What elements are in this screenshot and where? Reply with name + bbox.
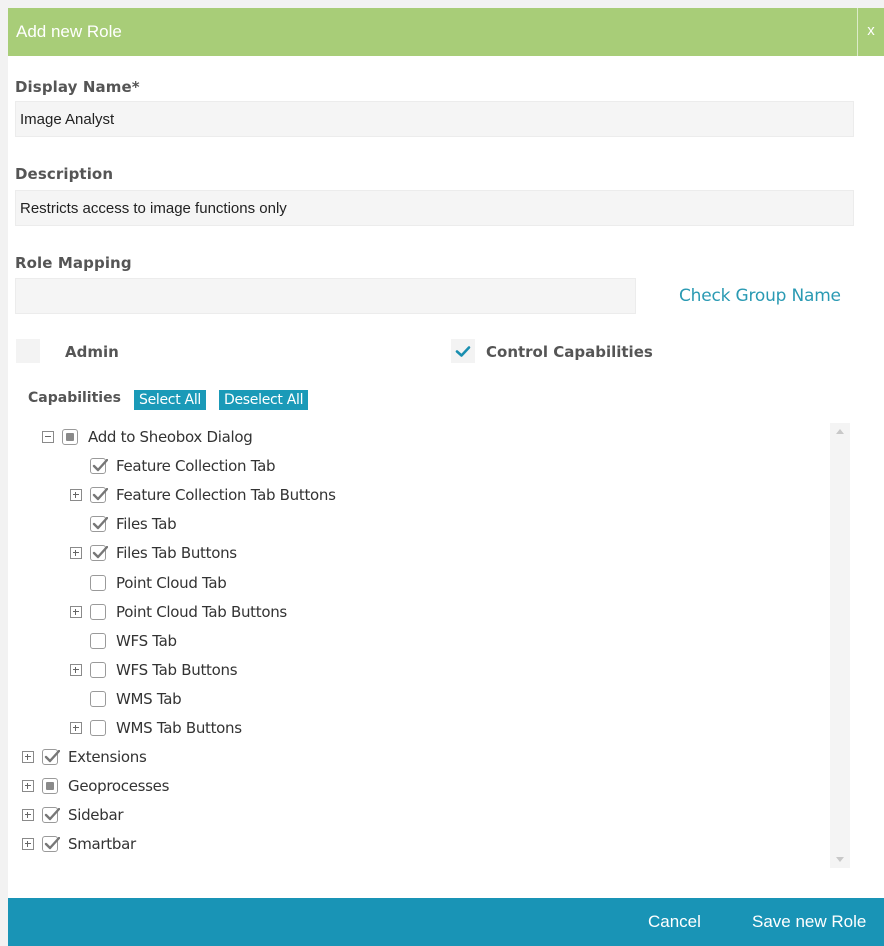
save-new-role-button[interactable]: Save new Role bbox=[752, 912, 866, 932]
tree-item-label: Feature Collection Tab bbox=[116, 457, 276, 476]
tree-row: Add to Sheobox Dialog bbox=[8, 424, 828, 453]
tree-row: Files Tab bbox=[8, 511, 828, 540]
checkmark-icon bbox=[92, 459, 108, 472]
checkmark-icon bbox=[455, 346, 471, 357]
tree-checkbox[interactable] bbox=[62, 429, 78, 445]
tree-checkbox[interactable] bbox=[42, 836, 60, 853]
tree-checkbox[interactable] bbox=[90, 516, 108, 533]
display-name-input[interactable] bbox=[15, 101, 854, 137]
tree-checkbox[interactable] bbox=[90, 720, 106, 736]
expand-icon[interactable] bbox=[70, 547, 82, 560]
dialog-header: Add new Role x bbox=[8, 8, 884, 56]
tree-row: WMS Tab Buttons bbox=[8, 715, 828, 744]
tree-item-label: Point Cloud Tab bbox=[116, 573, 227, 592]
tree-item-label: Extensions bbox=[68, 748, 147, 767]
tree-row: Files Tab Buttons bbox=[8, 540, 828, 569]
tree-row: Sidebar bbox=[8, 802, 828, 831]
checkmark-icon bbox=[44, 808, 60, 821]
collapse-icon[interactable] bbox=[42, 431, 54, 443]
cancel-button[interactable]: Cancel bbox=[648, 912, 701, 932]
scroll-down-icon[interactable] bbox=[836, 857, 844, 862]
checkmark-icon bbox=[44, 750, 60, 763]
expand-icon[interactable] bbox=[70, 489, 82, 502]
select-all-button[interactable]: Select All bbox=[134, 390, 206, 410]
tree-checkbox[interactable] bbox=[90, 661, 106, 678]
expand-icon[interactable] bbox=[70, 663, 82, 676]
close-button[interactable]: x bbox=[857, 8, 884, 56]
tree-row: WFS Tab Buttons bbox=[8, 657, 828, 686]
tree-item-label: WFS Tab Buttons bbox=[116, 660, 238, 679]
display-name-label: Display Name* bbox=[15, 78, 140, 96]
tree-item-label: Point Cloud Tab Buttons bbox=[116, 602, 287, 621]
capabilities-tree: Add to Sheobox Dialog Feature Collection … bbox=[8, 423, 838, 868]
tree-item-label: Smartbar bbox=[68, 835, 136, 854]
deselect-all-button[interactable]: Deselect All bbox=[219, 390, 309, 410]
tree-item-label: WFS Tab bbox=[116, 631, 177, 650]
dialog-title: Add new Role bbox=[16, 22, 122, 41]
scroll-up-icon[interactable] bbox=[836, 429, 844, 434]
tree-scrollbar[interactable] bbox=[830, 423, 850, 868]
tree-item-label: Feature Collection Tab Buttons bbox=[116, 486, 336, 505]
tree-checkbox[interactable] bbox=[42, 749, 60, 766]
tree-item-label: Files Tab Buttons bbox=[116, 544, 237, 563]
tree-checkbox[interactable] bbox=[90, 458, 108, 475]
checkmark-icon bbox=[92, 488, 108, 501]
role-mapping-label: Role Mapping bbox=[15, 254, 132, 272]
expand-icon[interactable] bbox=[70, 605, 82, 618]
tree-row: Point Cloud Tab Buttons bbox=[8, 599, 828, 628]
tree-checkbox[interactable] bbox=[90, 487, 108, 504]
tree-row: Smartbar bbox=[8, 831, 828, 860]
control-capabilities-label: Control Capabilities bbox=[486, 343, 653, 361]
tree-item-label: WMS Tab Buttons bbox=[116, 719, 242, 737]
admin-checkbox[interactable] bbox=[16, 339, 40, 363]
capabilities-label: Capabilities bbox=[28, 390, 121, 406]
expand-icon[interactable] bbox=[22, 809, 34, 822]
control-capabilities-checkbox[interactable] bbox=[451, 339, 475, 363]
checkmark-icon bbox=[44, 837, 60, 850]
tree-item-label: Geoprocesses bbox=[68, 777, 170, 796]
tree-item-label: Files Tab bbox=[116, 515, 177, 534]
tree-row: Feature Collection Tab bbox=[8, 453, 828, 482]
tree-item-label: WMS Tab bbox=[116, 689, 182, 708]
tree-row: Extensions bbox=[8, 744, 828, 773]
tree-checkbox[interactable] bbox=[42, 778, 58, 795]
admin-label: Admin bbox=[65, 343, 119, 361]
expand-icon[interactable] bbox=[70, 722, 82, 734]
tree-checkbox[interactable] bbox=[42, 807, 60, 824]
tree-item-label: Add to Sheobox Dialog bbox=[88, 428, 253, 446]
description-input[interactable] bbox=[15, 190, 854, 226]
expand-icon[interactable] bbox=[22, 751, 34, 764]
tree-row: Geoprocesses bbox=[8, 773, 828, 802]
tree-row: Feature Collection Tab Buttons bbox=[8, 482, 828, 511]
expand-icon[interactable] bbox=[22, 838, 34, 851]
tree-item-label: Sidebar bbox=[68, 806, 124, 825]
tree-row: WMS Tab bbox=[8, 686, 828, 715]
description-label: Description bbox=[15, 165, 114, 183]
tree-checkbox[interactable] bbox=[90, 574, 106, 591]
add-role-dialog: Add new Role x Display Name* Description… bbox=[8, 8, 884, 946]
tree-checkbox[interactable] bbox=[90, 545, 108, 562]
tree-row: WFS Tab bbox=[8, 628, 828, 657]
check-group-name-link[interactable]: Check Group Name bbox=[679, 286, 841, 306]
expand-icon[interactable] bbox=[22, 780, 34, 793]
dialog-footer: Cancel Save new Role bbox=[8, 898, 884, 946]
tree-checkbox[interactable] bbox=[90, 603, 106, 620]
role-mapping-input[interactable] bbox=[15, 278, 636, 314]
tree-checkbox[interactable] bbox=[90, 690, 106, 707]
tree-checkbox[interactable] bbox=[90, 632, 106, 649]
checkmark-icon bbox=[92, 546, 108, 559]
tree-row: Point Cloud Tab bbox=[8, 570, 828, 599]
checkmark-icon bbox=[92, 517, 108, 530]
